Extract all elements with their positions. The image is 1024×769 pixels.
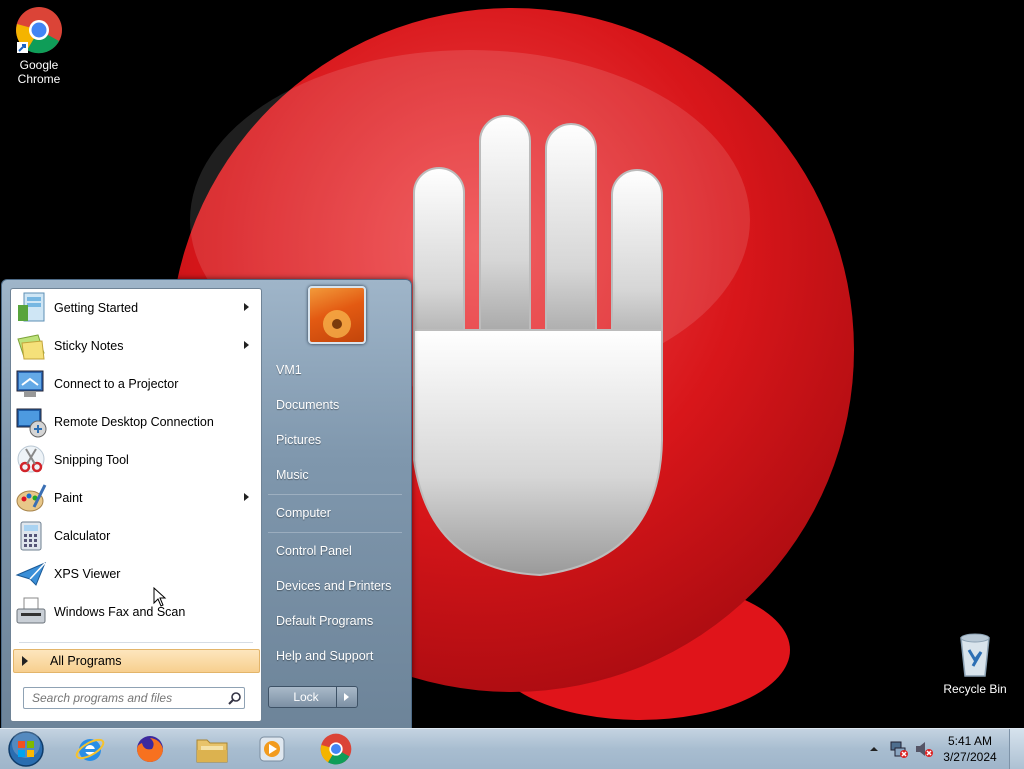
sticky-notes-icon [17,334,45,360]
menu-item-control-panel[interactable]: Control Panel [270,537,408,565]
lock-button-label: Lock [293,690,319,704]
menu-item-documents[interactable]: Documents [270,391,408,419]
menu-item-label: Control Panel [276,544,352,558]
system-clock[interactable]: 5:41 AM 3/27/2024 [940,733,1000,765]
media-player-icon [259,736,285,762]
taskbar-internet-explorer[interactable] [64,731,116,767]
getting-started-icon [18,292,45,322]
desktop-icon-recycle-bin[interactable]: Recycle Bin [935,630,1015,696]
program-label: Sticky Notes [54,339,124,353]
program-label: Calculator [54,529,111,543]
program-label: Connect to a Projector [54,377,179,391]
menu-item-label: Music [276,468,309,482]
desktop-icon-label: Recycle Bin [943,682,1007,696]
chevron-right-icon [344,693,349,701]
program-xps-viewer[interactable]: XPS Viewer [11,556,261,592]
lock-button[interactable]: Lock [268,686,344,708]
chrome-icon [16,7,62,54]
menu-item-label: Devices and Printers [276,579,392,593]
scissors-icon [17,445,45,473]
show-hidden-icons-icon[interactable] [869,744,879,754]
xps-viewer-icon [15,562,46,586]
programs-separator [19,642,253,643]
submenu-arrow-icon[interactable] [244,303,249,311]
user-account-picture[interactable] [308,286,366,344]
desktop-icon-label: Chrome [17,72,61,86]
show-desktop-button[interactable] [1009,729,1024,769]
menu-item-label: Pictures [276,433,322,447]
program-label: Snipping Tool [54,453,129,467]
program-label: Getting Started [54,301,139,315]
menu-item-label: Computer [276,506,331,520]
menu-item-devices-and-printers[interactable]: Devices and Printers [270,572,408,600]
all-programs-button[interactable]: All Programs [13,649,260,673]
program-paint[interactable]: Paint [11,480,261,516]
menu-item-label: Help and Support [276,649,374,663]
mouse-cursor-icon [153,587,167,607]
search-input[interactable] [30,690,224,706]
flower-picture-icon [323,310,351,338]
clock-date: 3/27/2024 [943,750,997,764]
search-icon[interactable] [228,691,242,705]
program-label: Windows Fax and Scan [54,605,186,619]
start-button[interactable] [0,730,52,767]
menu-item-label: Default Programs [276,614,374,628]
projector-icon [16,370,44,397]
firefox-icon [137,736,163,762]
menu-item-default-programs[interactable]: Default Programs [270,607,408,635]
program-getting-started[interactable]: Getting Started [11,290,261,326]
program-label: Remote Desktop Connection [54,415,214,429]
menu-item-computer[interactable]: Computer [270,499,408,527]
clock-time: 5:41 AM [947,734,993,748]
program-remote-desktop[interactable]: Remote Desktop Connection [11,404,261,440]
start-search-box[interactable] [23,687,245,709]
program-snipping-tool[interactable]: Snipping Tool [11,442,261,478]
submenu-arrow-icon[interactable] [244,493,249,501]
all-programs-label: All Programs [50,654,122,668]
program-windows-fax-and-scan[interactable]: Windows Fax and Scan [11,594,261,630]
menu-item-music[interactable]: Music [270,461,408,489]
start-menu: Getting Started Sticky Notes Connect to … [1,279,412,730]
taskbar-chrome[interactable] [310,731,362,767]
program-label: Paint [54,491,83,505]
menu-item-pictures[interactable]: Pictures [270,426,408,454]
desktop-icon-google-chrome[interactable]: Google Chrome [0,6,79,86]
internet-explorer-icon [75,738,105,761]
submenu-arrow-icon[interactable] [244,341,249,349]
program-calculator[interactable]: Calculator [11,518,261,554]
taskbar: 5:41 AM 3/27/2024 [0,728,1024,769]
menu-item-help-and-support[interactable]: Help and Support [270,642,408,670]
file-explorer-icon [196,739,228,763]
recycle-bin-icon [960,633,990,677]
expand-arrow-icon [22,656,28,666]
fax-scan-icon [16,597,46,624]
desktop-icon-label: Google [19,58,59,72]
program-label: XPS Viewer [54,567,121,581]
program-connect-to-projector[interactable]: Connect to a Projector [11,366,261,402]
menu-item-label: Documents [276,398,340,412]
remote-desktop-icon [16,408,47,438]
chrome-icon [320,733,352,765]
menu-separator [268,494,402,495]
taskbar-file-explorer[interactable] [186,731,238,767]
taskbar-firefox[interactable] [124,731,176,767]
network-disconnected-icon[interactable] [889,739,909,759]
menu-item-user-folder[interactable]: VM1 [270,356,408,384]
menu-separator [268,532,402,533]
menu-item-label: VM1 [276,363,302,377]
start-menu-programs-pane: Getting Started Sticky Notes Connect to … [10,288,262,722]
program-sticky-notes[interactable]: Sticky Notes [11,328,261,364]
start-orb-icon [8,730,44,767]
taskbar-media-player[interactable] [246,731,298,767]
volume-muted-icon[interactable] [914,739,934,759]
shutdown-options-button[interactable] [336,686,358,708]
paint-icon [16,484,47,512]
calculator-icon [20,521,42,551]
